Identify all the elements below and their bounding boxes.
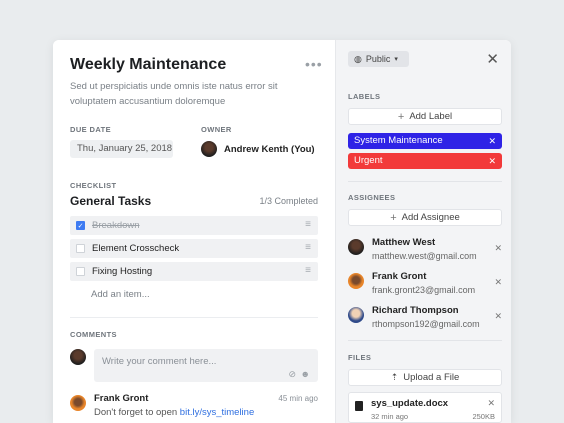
file-size: 250KB [472, 412, 495, 421]
plus-icon: + [390, 211, 397, 224]
remove-assignee-icon[interactable]: ✕ [494, 277, 502, 288]
remove-label-icon[interactable]: ✕ [488, 133, 496, 149]
add-checklist-item[interactable]: Add an item... [91, 289, 150, 300]
checkbox-checked-icon[interactable]: ✓ [76, 221, 85, 230]
due-date-picker[interactable]: Thu, January 25, 2018 [70, 140, 173, 158]
labels-label: LABELS [348, 92, 381, 101]
assignee-email: matthew.west@gmail.com [372, 251, 477, 261]
assignee-item[interactable]: Matthew West matthew.west@gmail.com ✕ [348, 237, 502, 265]
comment-input[interactable]: Write your comment here... ⊘ ☻ [94, 349, 318, 382]
more-horizontal-icon[interactable]: ••• [305, 56, 323, 72]
chevron-down-icon: ▾ [394, 56, 398, 63]
owner-name: Andrew Kenth (You) [224, 143, 315, 155]
add-label-button[interactable]: + Add Label [348, 108, 502, 125]
file-name: sys_update.docx [371, 398, 449, 409]
add-assignee-text: Add Assignee [401, 212, 460, 223]
label-tag-text: System Maintenance [354, 135, 443, 146]
assignee-name: Frank Gront [372, 271, 427, 282]
assignee-email: frank.gront23@gmail.com [372, 285, 476, 295]
assignee-item[interactable]: Richard Thompson rthompson192@gmail.com … [348, 305, 502, 333]
remove-file-icon[interactable]: ✕ [487, 398, 495, 409]
visibility-dropdown[interactable]: ◍ Public ▾ [348, 51, 409, 67]
emoji-icon[interactable]: ☻ [301, 369, 310, 379]
file-time: 32 min ago [371, 412, 409, 421]
label-tag-text: Urgent [354, 155, 383, 166]
label-tag[interactable]: System Maintenance ✕ [348, 133, 502, 149]
owner-label: OWNER [201, 125, 232, 134]
assignee-name: Richard Thompson [372, 305, 459, 316]
drag-handle-icon[interactable]: ≡ [305, 220, 311, 230]
upload-icon: ⇡ [390, 372, 399, 382]
attachment-icon[interactable]: ⊘ [288, 369, 296, 380]
label-tag[interactable]: Urgent ✕ [348, 153, 502, 169]
remove-label-icon[interactable]: ✕ [488, 153, 496, 169]
owner[interactable]: Andrew Kenth (You) [201, 141, 315, 157]
current-user-avatar [70, 349, 86, 365]
file-item[interactable]: sys_update.docx 32 min ago 250KB ✕ [348, 392, 502, 423]
divider [70, 317, 318, 318]
comments-label: COMMENTS [70, 330, 117, 339]
comment-link[interactable]: bit.ly/sys_timeline [180, 407, 254, 418]
divider [348, 340, 502, 341]
add-assignee-button[interactable]: + Add Assignee [348, 209, 502, 226]
task-title[interactable]: Weekly Maintenance [70, 56, 226, 74]
remove-assignee-icon[interactable]: ✕ [494, 243, 502, 254]
close-icon[interactable]: ✕ [486, 50, 499, 68]
checkbox-icon[interactable] [76, 244, 85, 253]
comment-body: Don't forget to open [94, 407, 180, 418]
assignee-email: rthompson192@gmail.com [372, 319, 480, 329]
assignee-avatar [348, 239, 364, 255]
task-sidebar: ◍ Public ▾ ✕ LABELS + Add Label System M… [335, 40, 511, 423]
checklist-item-text: Fixing Hosting [92, 266, 153, 277]
checklist-item[interactable]: ✓ Breakdown ≡ [70, 216, 318, 235]
remove-assignee-icon[interactable]: ✕ [494, 311, 502, 322]
globe-icon: ◍ [354, 53, 362, 64]
visibility-value: Public [365, 54, 391, 64]
checklist-progress: 1/3 Completed [259, 196, 318, 206]
task-card: Weekly Maintenance ••• Sed ut perspiciat… [53, 40, 511, 423]
drag-handle-icon[interactable]: ≡ [305, 243, 311, 253]
task-details-pane: Weekly Maintenance ••• Sed ut perspiciat… [53, 40, 335, 423]
divider [348, 181, 502, 182]
task-description[interactable]: Sed ut perspiciatis unde omnis iste natu… [70, 79, 300, 109]
comment-placeholder: Write your comment here... [102, 356, 217, 367]
owner-avatar [201, 141, 217, 157]
assignees-label: ASSIGNEES [348, 193, 396, 202]
checklist-item-text: Breakdown [92, 220, 140, 231]
checkbox-icon[interactable] [76, 267, 85, 276]
checklist-title: General Tasks [70, 194, 152, 208]
comment-author-avatar [70, 395, 86, 411]
due-date-label: DUE DATE [70, 125, 111, 134]
plus-icon: + [397, 110, 405, 123]
checklist-label: CHECKLIST [70, 181, 117, 190]
upload-file-button[interactable]: ⇡ Upload a File [348, 369, 502, 386]
assignee-item[interactable]: Frank Gront frank.gront23@gmail.com ✕ [348, 271, 502, 299]
checklist-item[interactable]: Fixing Hosting ≡ [70, 262, 318, 281]
comment-time: 45 min ago [278, 394, 318, 403]
comment-author: Frank Gront [94, 393, 149, 404]
assignee-name: Matthew West [372, 237, 436, 248]
drag-handle-icon[interactable]: ≡ [305, 266, 311, 276]
document-icon [355, 401, 363, 411]
comment-text: Don't forget to open bit.ly/sys_timeline [94, 407, 254, 418]
upload-text: Upload a File [403, 372, 460, 383]
checklist-item-text: Element Crosscheck [92, 243, 180, 254]
assignee-avatar [348, 307, 364, 323]
checklist-item[interactable]: Element Crosscheck ≡ [70, 239, 318, 258]
add-label-text: Add Label [409, 111, 453, 122]
assignee-avatar [348, 273, 364, 289]
files-label: FILES [348, 353, 372, 362]
